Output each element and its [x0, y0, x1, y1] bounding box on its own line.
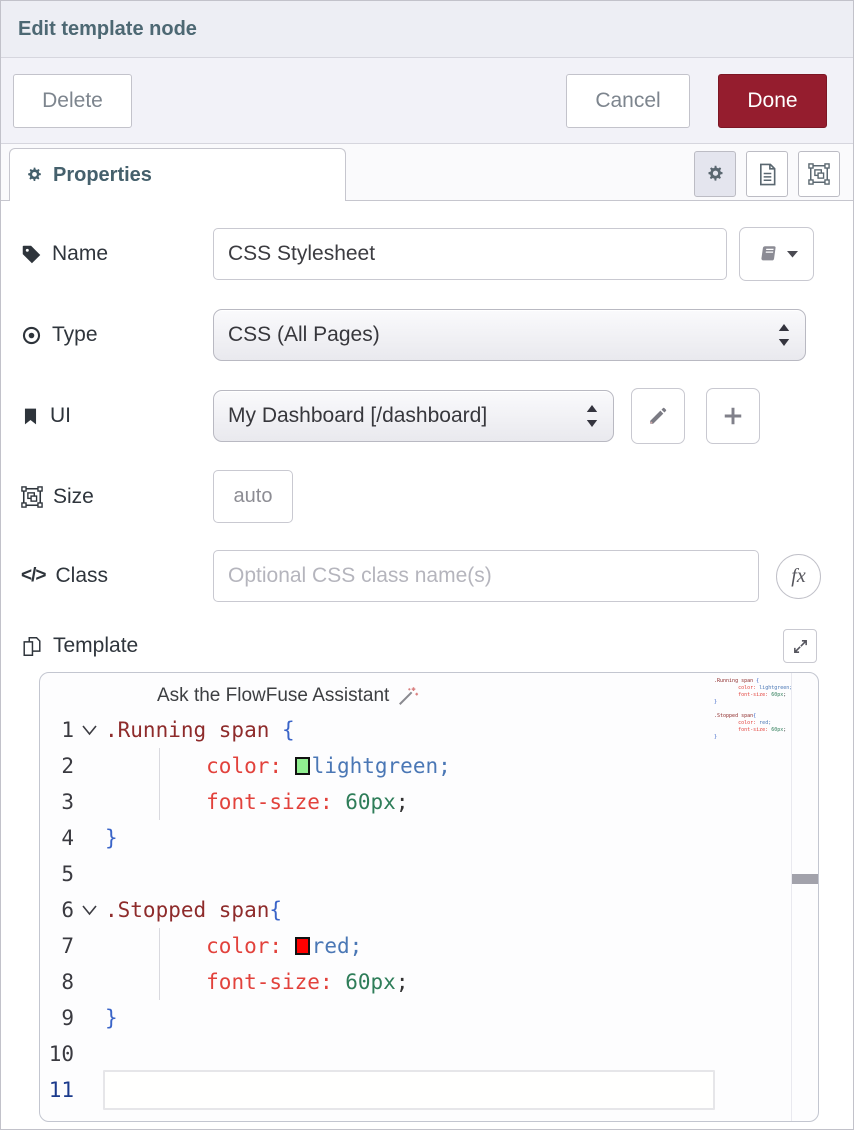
appearance-view-button[interactable]	[798, 151, 840, 197]
code-line[interactable]: 3 font-size: 60px;	[40, 784, 818, 820]
code-line[interactable]: 1 .Running span {	[40, 712, 818, 748]
size-row: Size auto	[21, 470, 853, 523]
tab-properties-label: Properties	[53, 164, 152, 187]
fold-chevron-icon[interactable]	[74, 724, 105, 736]
size-label: Size	[21, 485, 213, 509]
type-row: Type CSS (All Pages)	[21, 309, 853, 361]
editor-tool-buttons	[694, 151, 840, 197]
code-text: font-size: 60px;	[105, 790, 408, 814]
select-arrows-icon	[585, 403, 599, 429]
ui-row: UI My Dashboard [/dashboard]	[21, 388, 853, 444]
line-number: 5	[40, 862, 74, 886]
book-icon	[756, 243, 780, 265]
library-dropdown-button[interactable]	[739, 227, 814, 281]
size-auto-button[interactable]: auto	[213, 470, 293, 523]
expand-editor-button[interactable]	[783, 629, 817, 663]
line-number: 9	[40, 1006, 74, 1030]
code-lines: 1.Running span {2 color: lightgreen;3 fo…	[40, 712, 818, 1108]
line-number: 11	[40, 1078, 74, 1102]
code-text: color: red;	[105, 934, 362, 958]
delete-button[interactable]: Delete	[13, 74, 132, 128]
code-text: .Running span {	[105, 718, 295, 742]
line-number: 3	[40, 790, 74, 814]
name-label: Name	[21, 242, 213, 266]
line-number: 10	[40, 1042, 74, 1066]
properties-view-button[interactable]	[694, 151, 736, 197]
code-line[interactable]: 6 .Stopped span{	[40, 892, 818, 928]
class-row: </> Class fx	[21, 550, 853, 602]
dialog-header: Edit template node	[1, 1, 853, 58]
copy-pages-icon	[21, 635, 43, 658]
cancel-button[interactable]: Cancel	[566, 74, 690, 128]
name-row: Name	[21, 227, 853, 281]
pencil-icon	[647, 405, 669, 427]
name-input[interactable]	[213, 228, 727, 280]
ui-label: UI	[21, 404, 213, 428]
object-group-icon	[21, 486, 43, 508]
dialog-title: Edit template node	[18, 18, 197, 41]
template-label: Template	[21, 634, 213, 658]
edit-ui-button[interactable]	[631, 388, 685, 444]
code-line[interactable]: 4}	[40, 820, 818, 856]
magic-wand-icon	[397, 685, 419, 707]
line-number: 4	[40, 826, 74, 850]
assistant-hint[interactable]: Ask the FlowFuse Assistant	[40, 679, 818, 712]
gear-icon	[25, 166, 44, 185]
tag-icon	[21, 244, 42, 265]
document-icon	[757, 163, 778, 186]
template-code-editor[interactable]: Ask the FlowFuse Assistant 1 .Running spa…	[39, 672, 819, 1122]
line-number: 6	[40, 898, 74, 922]
code-line[interactable]: 8 font-size: 60px;	[40, 964, 818, 1000]
add-ui-button[interactable]	[706, 388, 760, 444]
indent-guide	[159, 748, 160, 820]
code-text: }	[105, 1006, 118, 1030]
action-bar: Delete Cancel Done	[1, 58, 853, 144]
code-line[interactable]: 9}	[40, 1000, 818, 1036]
current-line-highlight	[103, 1070, 715, 1110]
edit-template-dialog: Edit template node Delete Cancel Done Pr…	[0, 0, 854, 1130]
code-line[interactable]: 7 color: red;	[40, 928, 818, 964]
color-swatch[interactable]	[295, 757, 310, 775]
code-text: }	[105, 826, 118, 850]
fx-button[interactable]: fx	[776, 554, 821, 599]
code-line[interactable]: 5	[40, 856, 818, 892]
code-text: color: lightgreen;	[105, 754, 451, 778]
fx-icon: fx	[791, 565, 805, 588]
line-number: 2	[40, 754, 74, 778]
description-view-button[interactable]	[746, 151, 788, 197]
dot-circle-icon	[21, 325, 42, 346]
class-label: </> Class	[21, 564, 213, 588]
gear-icon	[705, 164, 726, 185]
object-group-icon	[808, 163, 830, 185]
type-label: Type	[21, 323, 213, 347]
tab-properties[interactable]: Properties	[9, 148, 346, 201]
plus-icon	[722, 405, 744, 427]
scrollbar-thumb[interactable]	[792, 874, 819, 884]
tab-bar: Properties	[1, 144, 853, 201]
type-select[interactable]: CSS (All Pages)	[213, 309, 806, 361]
minimap-rail	[791, 673, 792, 1121]
done-button[interactable]: Done	[718, 74, 827, 128]
code-line[interactable]: 10	[40, 1036, 818, 1072]
line-number: 1	[40, 718, 74, 742]
code-text: font-size: 60px;	[105, 970, 408, 994]
bookmark-icon	[21, 406, 40, 427]
properties-form: Name Type CSS (All Pages)	[1, 227, 853, 1122]
line-number: 8	[40, 970, 74, 994]
template-row-header: Template	[21, 629, 853, 663]
indent-guide	[159, 928, 160, 1000]
expand-icon	[792, 638, 809, 655]
class-input[interactable]	[213, 550, 759, 602]
select-arrows-icon	[777, 322, 791, 348]
line-number: 7	[40, 934, 74, 958]
code-line[interactable]: 2 color: lightgreen;	[40, 748, 818, 784]
fold-chevron-icon[interactable]	[74, 904, 105, 916]
ui-select[interactable]: My Dashboard [/dashboard]	[213, 390, 614, 442]
caret-down-icon	[787, 250, 798, 258]
code-icon: </>	[21, 565, 45, 587]
code-text: .Stopped span{	[105, 898, 282, 922]
color-swatch[interactable]	[295, 937, 310, 955]
